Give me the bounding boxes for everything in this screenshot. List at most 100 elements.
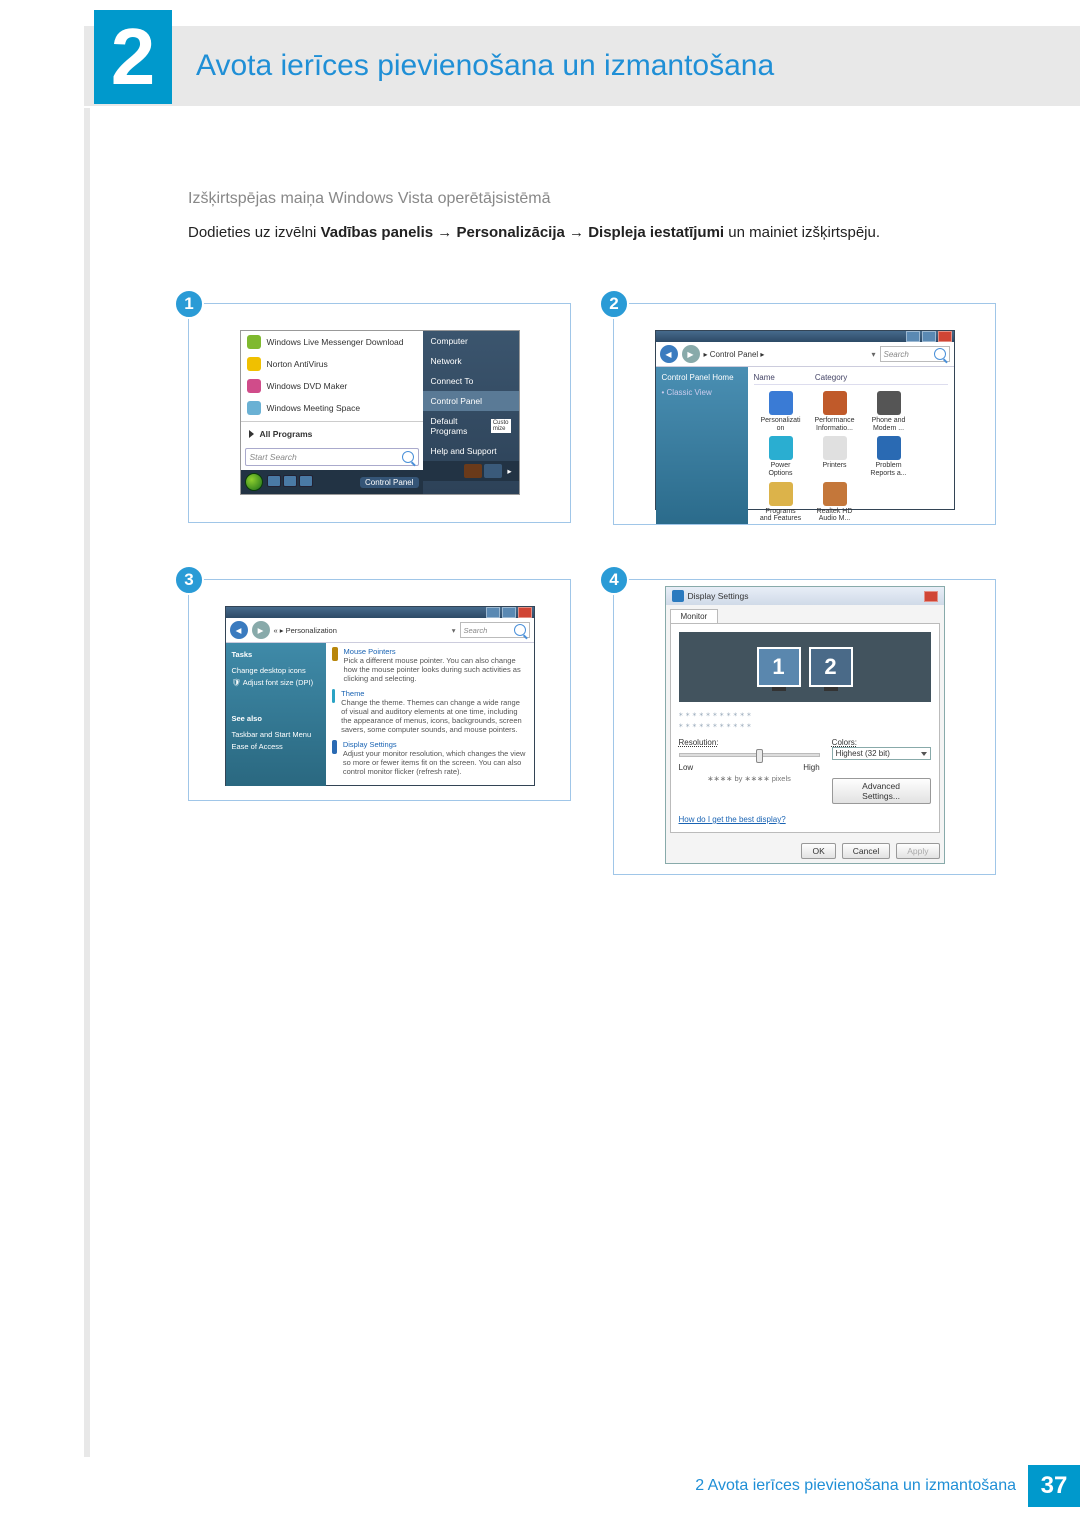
- taskbar-icons[interactable]: [267, 475, 315, 489]
- start-right-item[interactable]: Network: [423, 351, 519, 371]
- advanced-settings-button[interactable]: Advanced Settings...: [832, 778, 931, 804]
- all-programs[interactable]: All Programs: [241, 424, 423, 444]
- start-right-item-highlight[interactable]: Control Panel: [423, 391, 519, 411]
- power-icon[interactable]: [464, 464, 482, 478]
- forward-icon[interactable]: ▶: [682, 345, 700, 363]
- pz-side-link[interactable]: Taskbar and Start Menu: [232, 729, 320, 741]
- body-lead: Dodieties uz izvēlni: [188, 224, 321, 241]
- start-right-item[interactable]: Computer: [423, 331, 519, 351]
- start-item[interactable]: Windows DVD Maker: [241, 375, 423, 397]
- close-icon[interactable]: [518, 607, 532, 618]
- resolution-label: Resolution:: [679, 738, 820, 747]
- search-input[interactable]: Search: [880, 346, 950, 362]
- breadcrumb[interactable]: ▸ Control Panel ▸: [704, 350, 868, 359]
- start-right-item[interactable]: Connect To: [423, 371, 519, 391]
- cp-icon[interactable]: Programs and Features: [755, 482, 807, 523]
- cp-classic-link[interactable]: • Classic View: [662, 388, 742, 397]
- cp-icon[interactable]: Performance Informatio...: [809, 391, 861, 432]
- maximize-icon[interactable]: [502, 607, 516, 618]
- minimize-icon[interactable]: [486, 607, 500, 618]
- pz-side-link[interactable]: Change desktop icons: [232, 665, 320, 677]
- start-item[interactable]: Norton AntiVirus: [241, 353, 423, 375]
- seealso-header: See also: [232, 713, 320, 725]
- pz-item[interactable]: Mouse PointersPick a different mouse poi…: [332, 647, 528, 683]
- maximize-icon[interactable]: [922, 331, 936, 342]
- nav-bar: ◀ ▶ ▸ Control Panel ▸ ▾ Search: [656, 342, 954, 367]
- colors-combo[interactable]: Highest (32 bit): [832, 747, 931, 760]
- close-icon[interactable]: [924, 591, 938, 602]
- apply-button[interactable]: Apply: [896, 843, 939, 859]
- step-badge-2: 2: [599, 289, 629, 319]
- window-titlebar: [656, 331, 954, 342]
- search-icon: [514, 624, 526, 636]
- tab-monitor[interactable]: Monitor: [670, 609, 719, 623]
- start-item[interactable]: Windows Live Messenger Download: [241, 331, 423, 353]
- back-icon[interactable]: ◀: [230, 621, 248, 639]
- section-body: Dodieties uz izvēlni Vadības panelis → P…: [188, 222, 996, 243]
- forward-icon[interactable]: ▶: [252, 621, 270, 639]
- monitor-2[interactable]: 2: [809, 647, 853, 687]
- help-link[interactable]: How do I get the best display?: [679, 815, 786, 824]
- window-titlebar: Display Settings: [666, 587, 944, 605]
- slider-low: Low: [679, 763, 694, 772]
- slider-thumb[interactable]: [756, 749, 763, 763]
- start-right-item[interactable]: Default ProgramsCusto mize: [423, 411, 519, 441]
- cp-main: Name Category Personalizati onPerformanc…: [748, 367, 954, 525]
- start-item-label: Windows Meeting Space: [267, 403, 361, 413]
- page-number: 37: [1028, 1465, 1080, 1507]
- monitor-1[interactable]: 1: [757, 647, 801, 687]
- slider-high: High: [803, 763, 819, 772]
- start-menu: Windows Live Messenger Download Norton A…: [240, 330, 520, 495]
- screenshot-1: 1 Windows Live Messenger Download Norton…: [188, 303, 571, 525]
- chevron-right-icon: [249, 430, 254, 438]
- taskbar: Control Panel: [241, 470, 423, 494]
- pz-side-link[interactable]: Ease of Access: [232, 741, 320, 753]
- taskbar-active[interactable]: Control Panel: [360, 477, 418, 488]
- cp-icon[interactable]: Problem Reports a...: [863, 436, 915, 477]
- colors-label: Colors:: [832, 738, 931, 747]
- cp-headers: Name Category: [754, 371, 948, 385]
- pz-side-link[interactable]: 🛡 Adjust font size (DPI): [232, 677, 320, 689]
- cp-sidebar: Control Panel Home • Classic View: [656, 367, 748, 525]
- close-icon[interactable]: [938, 331, 952, 342]
- resolution-slider[interactable]: [679, 753, 820, 757]
- cp-icon[interactable]: Realtek HD Audio M...: [809, 482, 861, 523]
- body-arrow1: →: [433, 224, 456, 241]
- control-panel-window: ◀ ▶ ▸ Control Panel ▸ ▾ Search Control P…: [655, 330, 955, 510]
- power-row: ▸: [423, 461, 519, 481]
- lock-icon[interactable]: [484, 464, 502, 478]
- screenshot-2: 2 ◀ ▶ ▸ Control Panel ▸ ▾: [613, 303, 996, 525]
- dialog-buttons: OK Cancel Apply: [666, 837, 944, 863]
- start-search-input[interactable]: Start Search: [245, 448, 419, 466]
- step-badge-4: 4: [599, 565, 629, 595]
- start-orb-icon[interactable]: [245, 473, 263, 491]
- window-titlebar: [226, 607, 534, 618]
- customize-pill: Custo mize: [491, 419, 511, 433]
- pixels-text: ∗∗∗∗ by ∗∗∗∗ pixels: [679, 774, 820, 783]
- cancel-button[interactable]: Cancel: [842, 843, 890, 859]
- minimize-icon[interactable]: [906, 331, 920, 342]
- cp-icon[interactable]: Printers: [809, 436, 861, 470]
- pz-item[interactable]: ThemeChange the theme. Themes can change…: [332, 689, 528, 734]
- breadcrumb[interactable]: « ▸ Personalization: [274, 626, 448, 635]
- ok-button[interactable]: OK: [801, 843, 835, 859]
- pz-item[interactable]: Display SettingsAdjust your monitor reso…: [332, 740, 528, 776]
- nav-bar: ◀ ▶ « ▸ Personalization ▾ Search: [226, 618, 534, 643]
- search-placeholder: Start Search: [250, 452, 297, 462]
- cp-icon[interactable]: Power Options: [755, 436, 807, 477]
- search-icon: [402, 451, 414, 463]
- search-input[interactable]: Search: [460, 622, 530, 638]
- screenshot-4: 4 Display Settings Monitor 1 2: [613, 579, 996, 875]
- chapter-header: Avota ierīces pievienošana un izmantošan…: [84, 26, 1080, 106]
- back-icon[interactable]: ◀: [660, 345, 678, 363]
- body-bold1: Vadības panelis: [321, 224, 434, 241]
- body-tail: un mainiet izšķirtspēju.: [724, 224, 880, 241]
- cp-home-link[interactable]: Control Panel Home: [662, 373, 742, 382]
- cp-icon[interactable]: Personalizati on: [755, 391, 807, 432]
- screenshot-3: 3 ◀ ▶ « ▸ Personalization ▾: [188, 579, 571, 875]
- step-badge-1: 1: [174, 289, 204, 319]
- start-right-item[interactable]: Help and Support: [423, 441, 519, 461]
- start-item[interactable]: Windows Meeting Space: [241, 397, 423, 419]
- chevron-right-icon[interactable]: ▸: [504, 464, 516, 478]
- cp-icon[interactable]: Phone and Modem ...: [863, 391, 915, 432]
